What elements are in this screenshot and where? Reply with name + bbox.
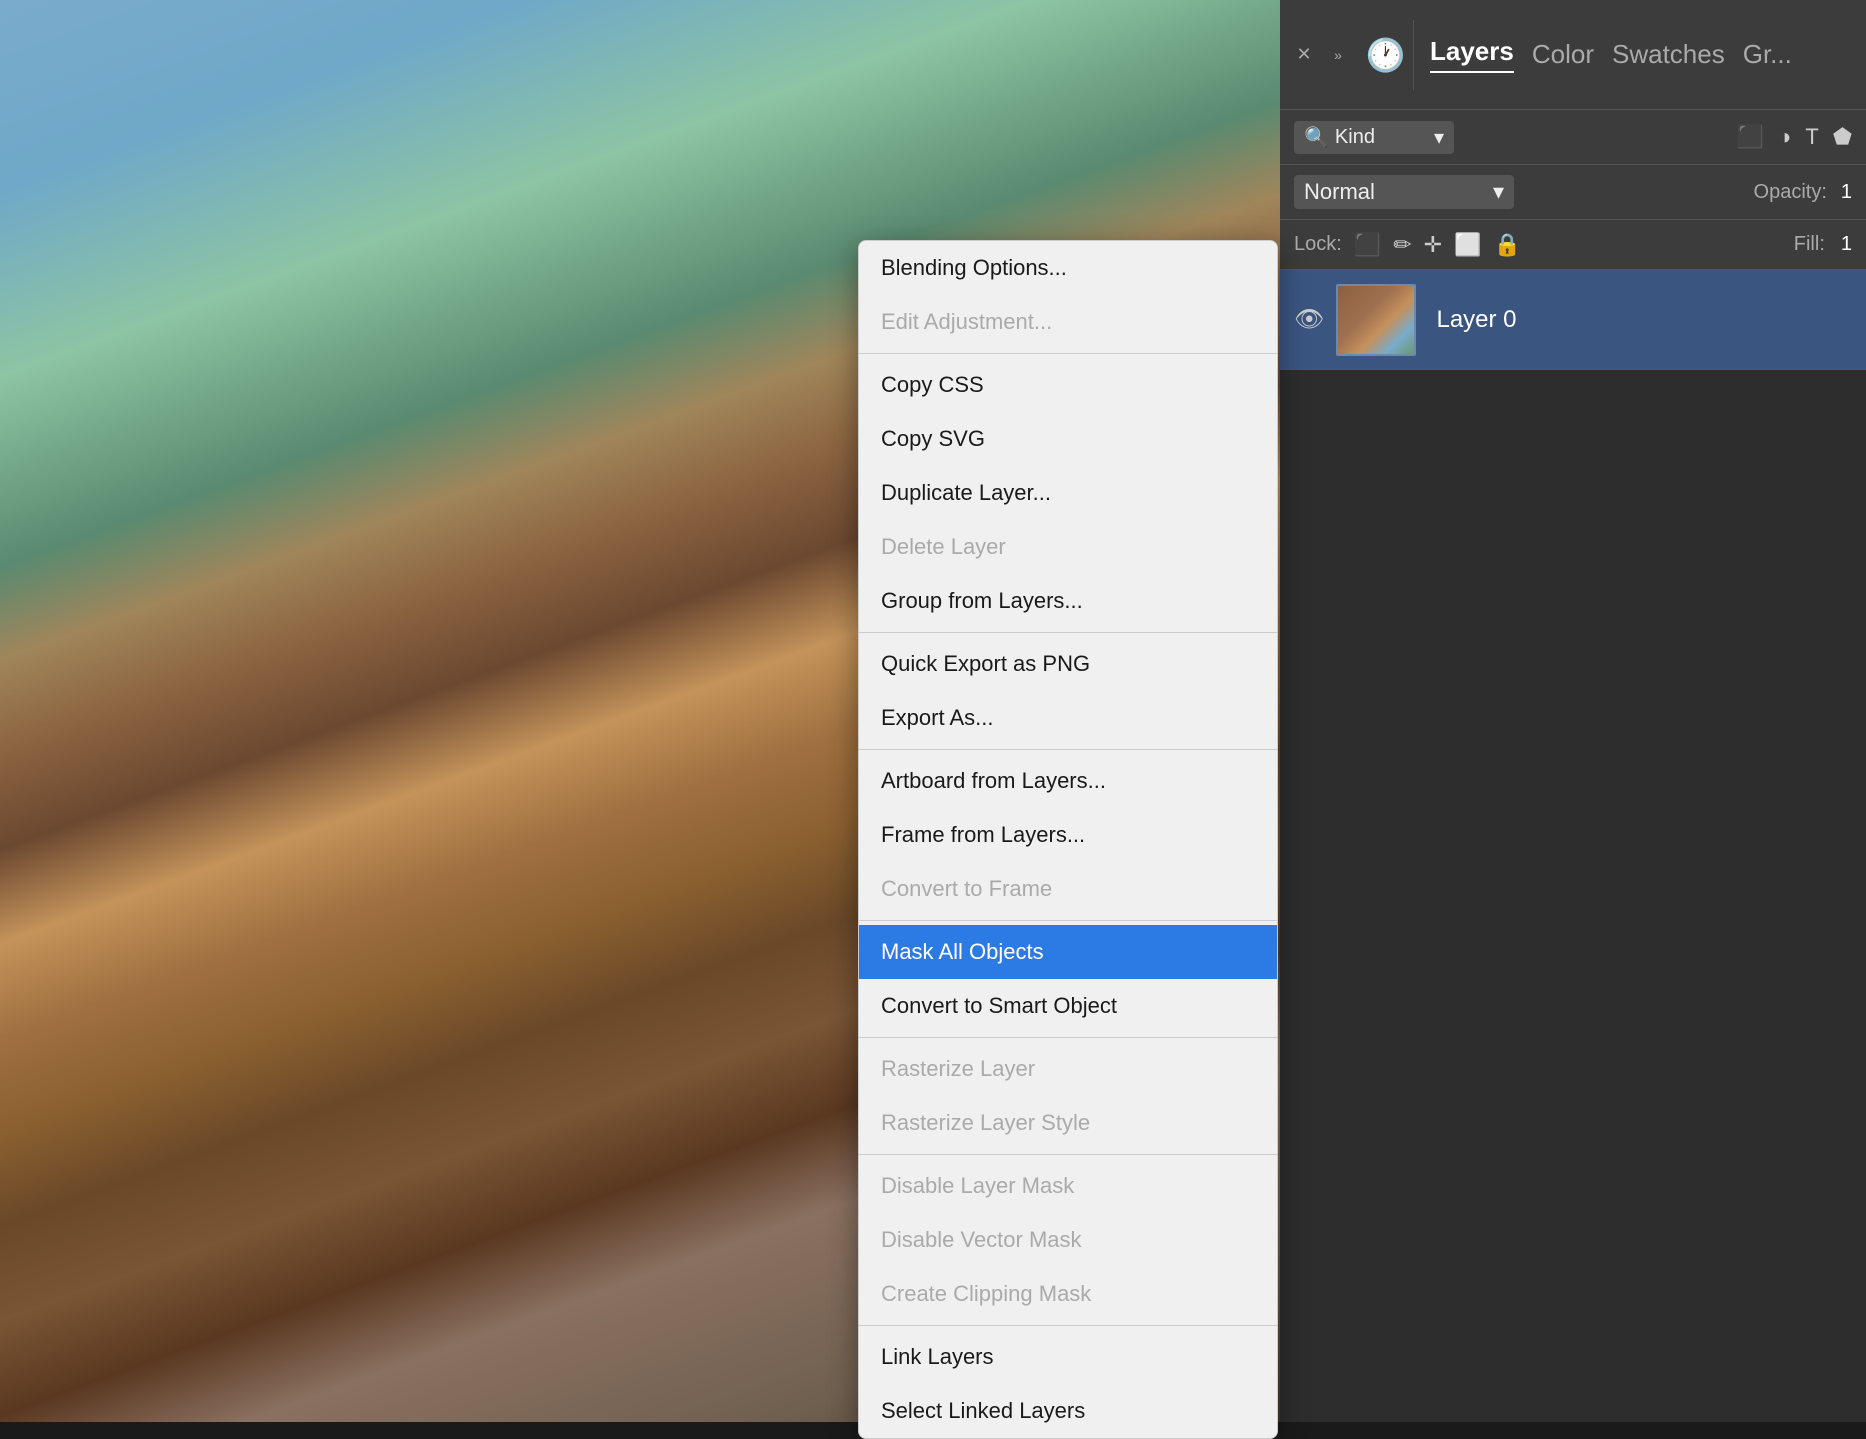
search-icon: 🔍 xyxy=(1304,125,1329,150)
ctx-item-create-clipping-mask: Create Clipping Mask xyxy=(859,1267,1277,1321)
layers-tab[interactable]: Layers xyxy=(1430,36,1514,73)
more-icon[interactable]: » xyxy=(1324,41,1352,69)
separator-after-export-as xyxy=(859,749,1277,750)
ctx-item-select-linked-layers[interactable]: Select Linked Layers xyxy=(859,1384,1277,1438)
ctx-item-group-from-layers[interactable]: Group from Layers... xyxy=(859,574,1277,628)
chevron-down-icon: ▾ xyxy=(1434,125,1444,150)
type-filter-icon[interactable]: T xyxy=(1805,124,1818,150)
ctx-item-delete-layer: Delete Layer xyxy=(859,520,1277,574)
separator-after-group-from-layers xyxy=(859,632,1277,633)
blend-mode-dropdown[interactable]: Normal ▾ xyxy=(1294,175,1514,209)
ctx-item-export-as[interactable]: Export As... xyxy=(859,691,1277,745)
close-icon[interactable]: ✕ xyxy=(1290,41,1318,69)
ctx-item-artboard-from-layers[interactable]: Artboard from Layers... xyxy=(859,754,1277,808)
ctx-item-link-layers[interactable]: Link Layers xyxy=(859,1330,1277,1384)
panel-tabs-bar: ✕ » 🕐 Layers Color Swatches Gr... xyxy=(1280,0,1866,110)
ctx-item-convert-to-frame: Convert to Frame xyxy=(859,862,1277,916)
lock-all-icon[interactable]: 🔒 xyxy=(1494,232,1521,258)
ctx-item-disable-vector-mask: Disable Vector Mask xyxy=(859,1213,1277,1267)
separator-after-convert-to-smart-object xyxy=(859,1037,1277,1038)
fill-value[interactable]: 1 xyxy=(1841,233,1852,256)
kind-dropdown[interactable]: 🔍 Kind ▾ xyxy=(1294,121,1454,154)
lock-image-icon[interactable]: ✏ xyxy=(1393,232,1411,258)
swatches-tab[interactable]: Swatches xyxy=(1612,39,1725,70)
history-button[interactable]: 🕐 xyxy=(1358,20,1414,90)
layers-panel: ✕ » 🕐 Layers Color Swatches Gr... 🔍 Kind… xyxy=(1280,0,1866,1422)
ctx-item-mask-all-objects[interactable]: Mask All Objects xyxy=(859,925,1277,979)
layer-row[interactable]: 👁 Layer 0 xyxy=(1280,270,1866,370)
lock-label: Lock: xyxy=(1294,233,1342,256)
ctx-item-rasterize-layer-style: Rasterize Layer Style xyxy=(859,1096,1277,1150)
layer-visibility-icon[interactable]: 👁 xyxy=(1294,305,1324,334)
color-tab[interactable]: Color xyxy=(1532,39,1594,70)
ctx-item-convert-to-smart-object[interactable]: Convert to Smart Object xyxy=(859,979,1277,1033)
layer-name[interactable]: Layer 0 xyxy=(1436,306,1516,334)
layer-thumbnail xyxy=(1336,284,1416,356)
ctx-item-edit-adjustment: Edit Adjustment... xyxy=(859,295,1277,349)
lock-icons: ⬛ ✏ ✛ ⬜ 🔒 xyxy=(1354,232,1521,258)
fill-label: Fill: xyxy=(1794,233,1825,256)
separator-after-edit-adjustment xyxy=(859,353,1277,354)
separator-after-create-clipping-mask xyxy=(859,1325,1277,1326)
lock-row: Lock: ⬛ ✏ ✛ ⬜ 🔒 Fill: 1 xyxy=(1280,220,1866,270)
pixel-filter-icon[interactable]: ⬛ xyxy=(1737,124,1764,150)
kind-filter-icons: ⬛ ◑ T ⬟ xyxy=(1737,124,1852,150)
kind-filter-row: 🔍 Kind ▾ ⬛ ◑ T ⬟ xyxy=(1280,110,1866,165)
ctx-item-copy-css[interactable]: Copy CSS xyxy=(859,358,1277,412)
opacity-label: Opacity: xyxy=(1754,181,1827,204)
ctx-item-copy-svg[interactable]: Copy SVG xyxy=(859,412,1277,466)
chevron-down-icon: ▾ xyxy=(1493,179,1504,205)
ctx-item-blending-options[interactable]: Blending Options... xyxy=(859,241,1277,295)
lock-position-icon[interactable]: ✛ xyxy=(1424,232,1442,258)
blend-mode-value: Normal xyxy=(1304,179,1375,205)
ctx-item-disable-layer-mask: Disable Layer Mask xyxy=(859,1159,1277,1213)
lock-artboard-icon[interactable]: ⬜ xyxy=(1454,232,1481,258)
context-menu: Blending Options...Edit Adjustment... Cop… xyxy=(858,240,1278,1439)
shape-filter-icon[interactable]: ⬟ xyxy=(1833,124,1852,150)
blend-mode-row: Normal ▾ Opacity: 1 xyxy=(1280,165,1866,220)
ctx-item-frame-from-layers[interactable]: Frame from Layers... xyxy=(859,808,1277,862)
adjustment-filter-icon[interactable]: ◑ xyxy=(1778,124,1791,150)
lock-transparent-icon[interactable]: ⬛ xyxy=(1354,232,1381,258)
ctx-item-duplicate-layer[interactable]: Duplicate Layer... xyxy=(859,466,1277,520)
separator-after-rasterize-layer-style xyxy=(859,1154,1277,1155)
ctx-item-quick-export-png[interactable]: Quick Export as PNG xyxy=(859,637,1277,691)
ctx-item-rasterize-layer: Rasterize Layer xyxy=(859,1042,1277,1096)
kind-label: Kind xyxy=(1335,126,1375,149)
separator-after-convert-to-frame xyxy=(859,920,1277,921)
gradients-tab[interactable]: Gr... xyxy=(1743,39,1792,70)
opacity-value[interactable]: 1 xyxy=(1841,181,1852,204)
